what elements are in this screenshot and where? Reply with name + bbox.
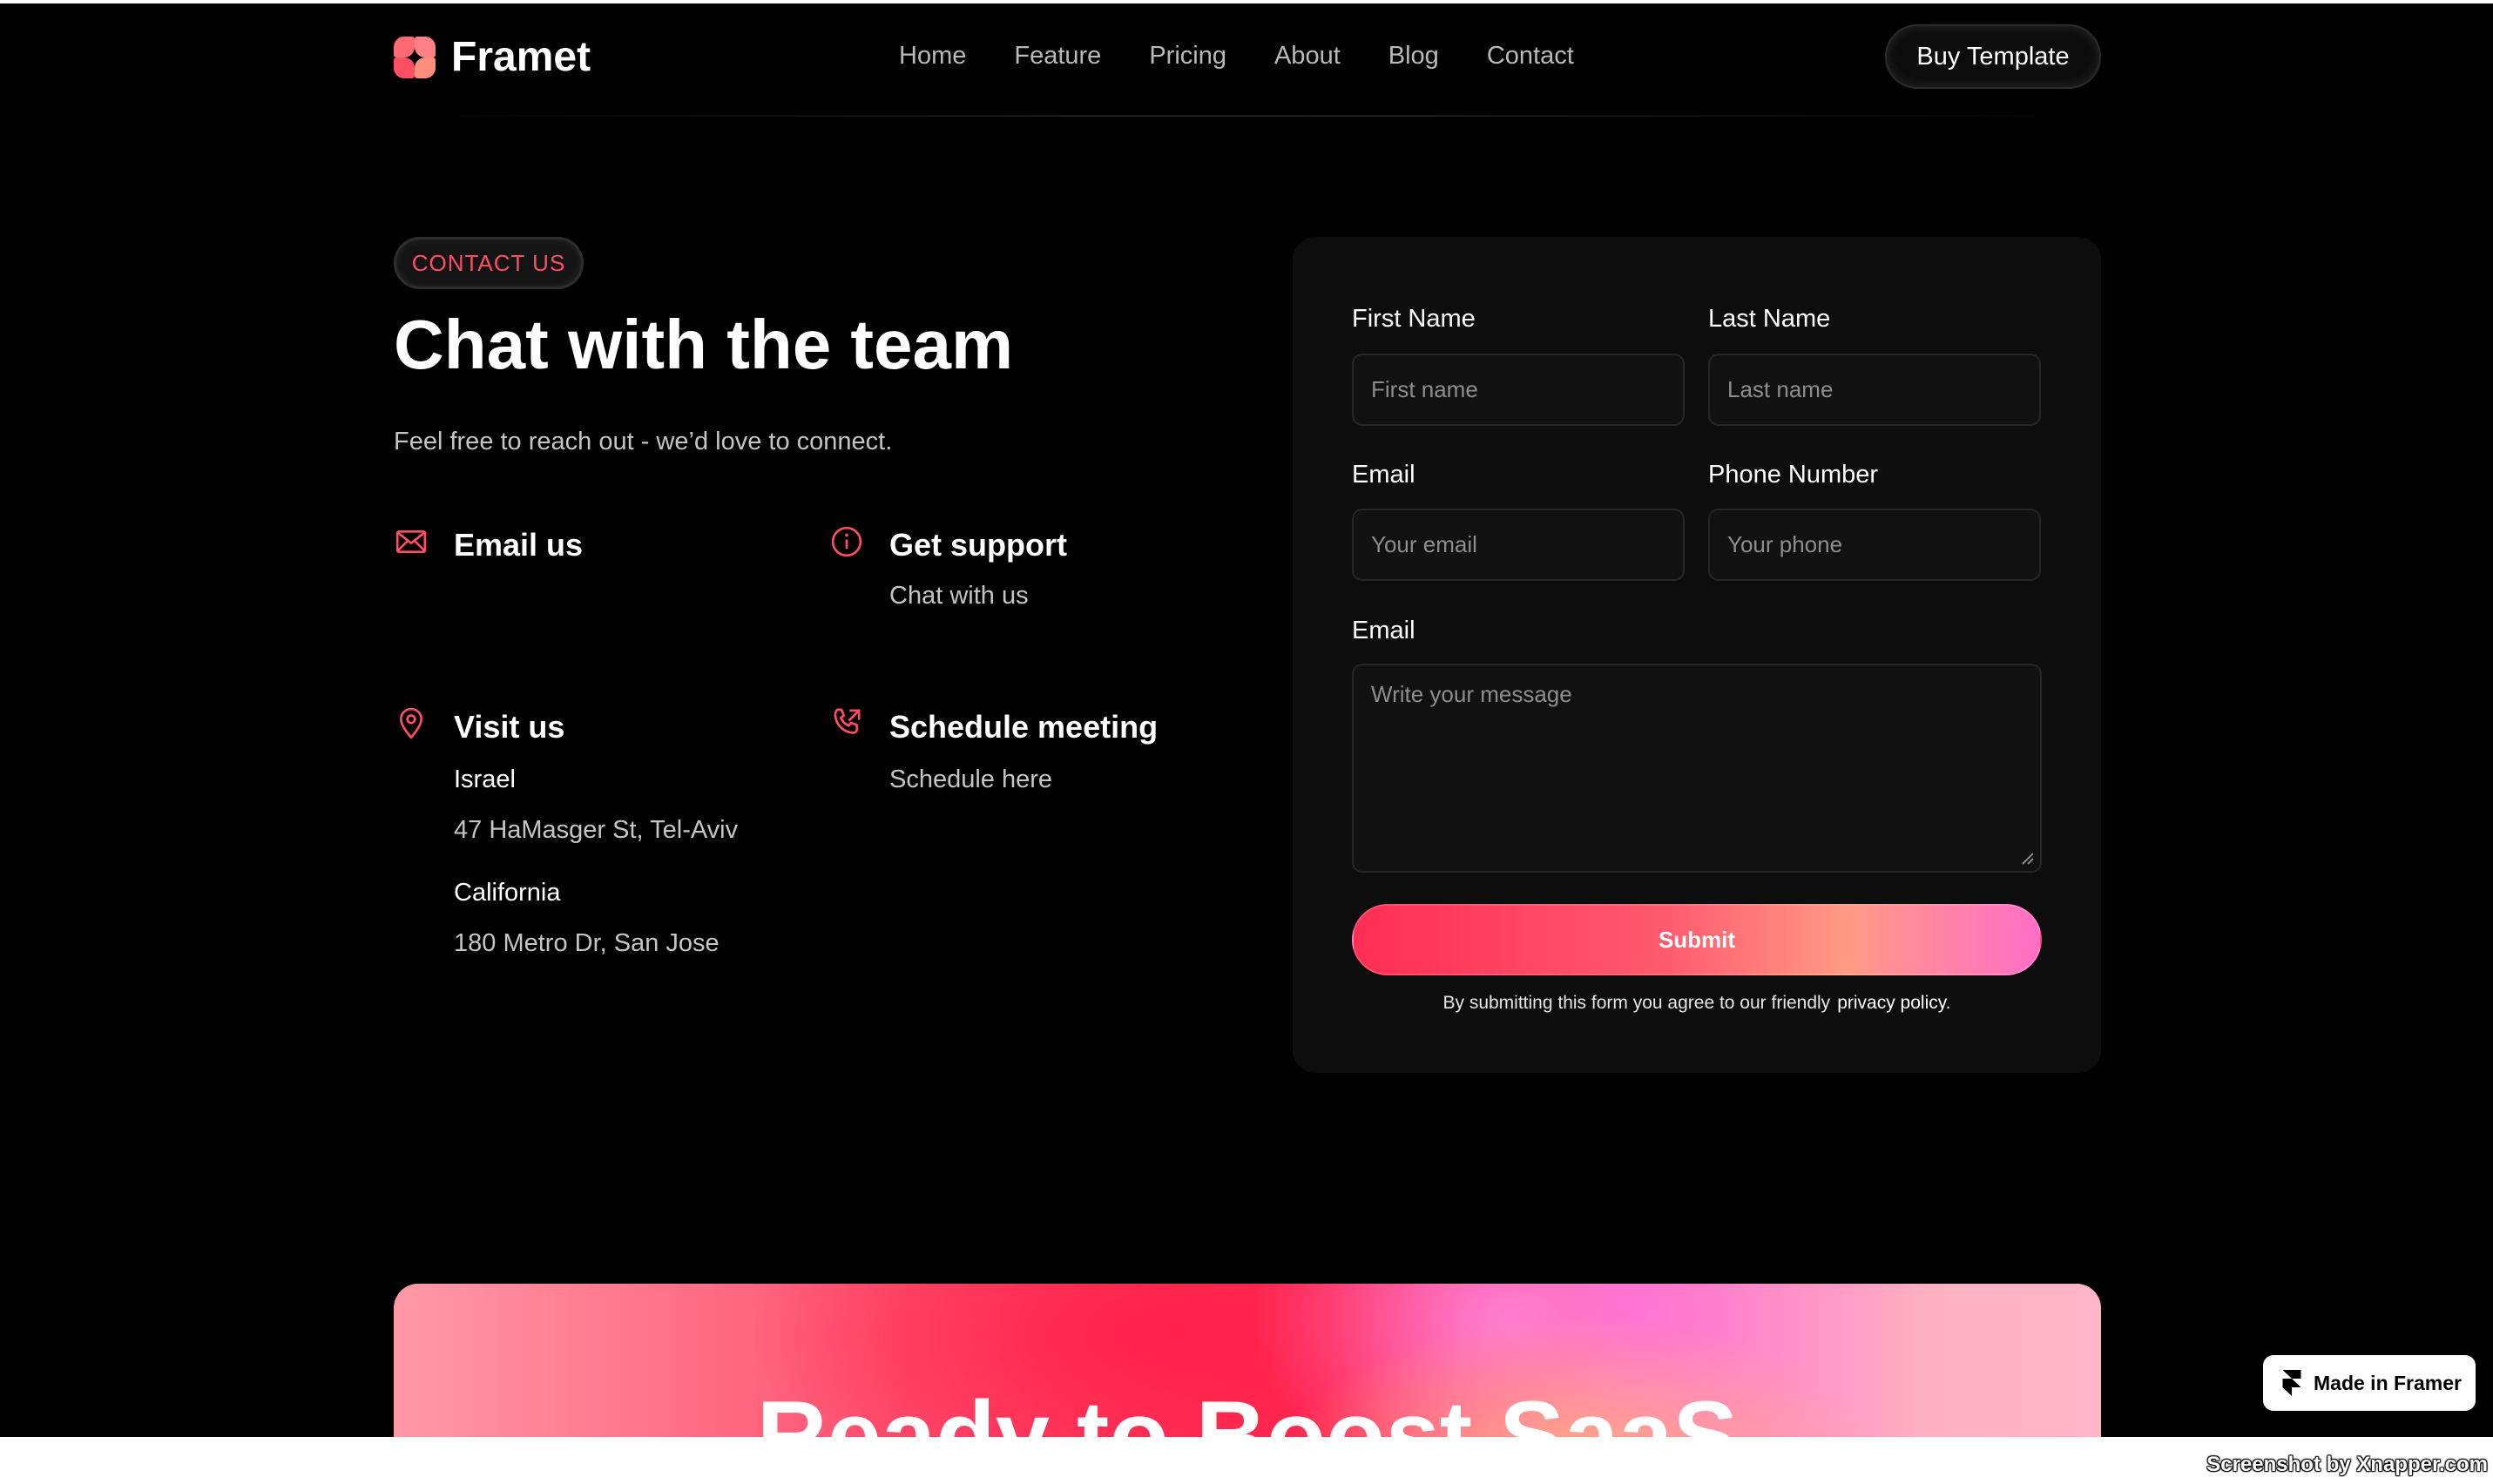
nav-link-about[interactable]: About (1274, 42, 1341, 71)
submit-button[interactable]: Submit (1352, 904, 2042, 975)
terms-sentence: By submitting this form you agree to our… (1442, 993, 1831, 1013)
chat-with-us-link[interactable]: Chat with us (889, 582, 1029, 610)
get-support-title: Get support (889, 527, 1067, 563)
phone-input[interactable] (1708, 509, 2041, 581)
location-address: 180 Metro Dr, San Jose (454, 929, 720, 957)
message-label: Email (1352, 617, 1415, 644)
visit-us-title: Visit us (454, 709, 565, 745)
cta-banner: Ready to Boost SaaS (394, 1284, 2101, 1437)
contact-form-card: First Name Last Name Email Phone Number … (1293, 237, 2101, 1073)
flower-logo-icon (394, 36, 436, 78)
nav-link-home[interactable]: Home (899, 42, 966, 71)
first-name-label: First Name (1352, 305, 1476, 333)
email-us-title: Email us (454, 527, 584, 563)
location-address: 47 HaMasger St, Tel-Aviv (454, 816, 739, 844)
brand-logo[interactable]: Framet (394, 33, 591, 81)
page: Framet Home Feature Pricing About Blog C… (0, 3, 2493, 1437)
schedule-meeting-title: Schedule meeting (889, 709, 1159, 745)
map-pin-icon (399, 707, 423, 739)
nav-link-feature[interactable]: Feature (1014, 42, 1101, 71)
message-textarea[interactable] (1352, 664, 2042, 873)
info-icon (831, 526, 862, 557)
nav-link-pricing[interactable]: Pricing (1149, 42, 1226, 71)
last-name-label: Last Name (1708, 305, 1831, 333)
page-subtitle: Feel free to reach out - we’d love to co… (394, 428, 893, 455)
nav-menu: Home Feature Pricing About Blog Contact (899, 42, 1622, 71)
email-input[interactable] (1352, 509, 1685, 581)
email-label: Email (1352, 461, 1415, 489)
top-nav: Framet Home Feature Pricing About Blog C… (394, 3, 2101, 117)
mail-icon (395, 530, 427, 553)
phone-outgoing-icon (834, 708, 861, 734)
nav-link-blog[interactable]: Blog (1388, 42, 1439, 71)
nav-divider (394, 115, 2101, 117)
privacy-policy-link[interactable]: privacy policy. (1837, 993, 1950, 1013)
contact-us-badge: CONTACT US (394, 237, 584, 289)
schedule-here-link[interactable]: Schedule here (889, 766, 1052, 794)
location-region: California (454, 879, 561, 907)
location-region: Israel (454, 766, 516, 793)
last-name-input[interactable] (1708, 354, 2041, 426)
framer-icon (2282, 1370, 2301, 1396)
cta-title: Ready to Boost SaaS (756, 1381, 1739, 1437)
made-in-framer-label: Made in Framer (2314, 1371, 2462, 1394)
first-name-input[interactable] (1352, 354, 1685, 426)
nav-link-contact[interactable]: Contact (1487, 42, 1574, 71)
page-title: Chat with the team (394, 306, 1014, 383)
buy-template-button[interactable]: Buy Template (1885, 24, 2101, 89)
terms-text: By submitting this form you agree to our… (1293, 993, 2101, 1014)
resize-grip-icon[interactable] (2019, 850, 2035, 866)
made-in-framer-badge[interactable]: Made in Framer (2263, 1355, 2476, 1411)
screenshot-watermark: Screenshot by Xnapper.com (2206, 1453, 2488, 1476)
phone-label: Phone Number (1708, 461, 1879, 489)
brand-name: Framet (451, 34, 591, 80)
